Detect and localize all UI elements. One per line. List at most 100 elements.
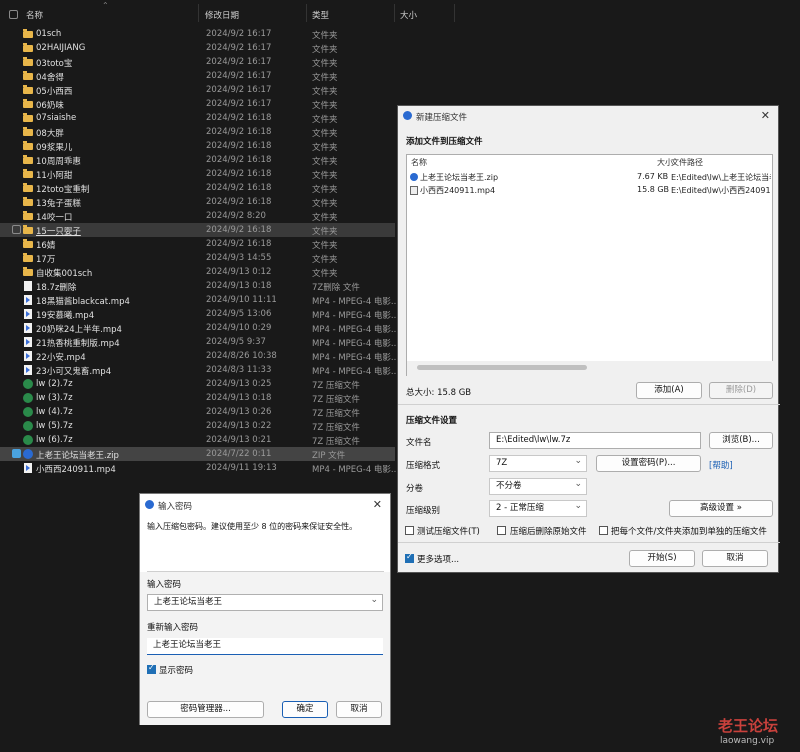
file-name: 23小可又鬼畜.mp4 — [36, 367, 112, 377]
horizontal-scrollbar[interactable] — [407, 361, 774, 376]
file-row[interactable]: 17万 2024/9/3 14:55 文件夹 — [0, 251, 395, 265]
show-password-checkbox[interactable] — [147, 663, 156, 674]
cancel-button[interactable]: 取消 — [702, 550, 768, 567]
folder-icon — [23, 183, 33, 192]
file-row[interactable]: 22小安.mp4 2024/8/26 10:38 MP4 - MPEG-4 电影..… — [0, 349, 399, 363]
file-type: 7Z 压缩文件 — [312, 409, 360, 419]
set-password-button[interactable]: 设置密码(P)... — [596, 455, 701, 472]
close-icon[interactable]: ✕ — [373, 498, 382, 511]
list-item[interactable]: 小西西240911.mp4 15.8 GB E:\Edited\lw\小西西24… — [407, 184, 774, 197]
file-name: lw (4).7z — [36, 407, 73, 417]
test-archive-label: 测试压缩文件(T) — [417, 527, 480, 537]
7z-icon — [23, 435, 33, 445]
select-all-checkbox[interactable] — [9, 10, 18, 19]
help-link[interactable]: [帮助] — [709, 459, 733, 471]
file-row[interactable]: 07siaishe 2024/9/2 16:18 文件夹 — [0, 111, 395, 125]
7z-icon — [23, 407, 33, 417]
row-checkbox[interactable] — [12, 225, 21, 234]
remove-button[interactable]: 删除(D) — [709, 382, 773, 399]
file-row[interactable]: 20奶咪24上半年.mp4 2024/9/10 0:29 MP4 - MPEG-4 … — [0, 321, 399, 335]
list-item[interactable]: 上老王论坛当老王.zip 7.67 KB E:\Edited\lw\上老王论坛当… — [407, 171, 774, 184]
file-name: 小西西240911.mp4 — [420, 186, 496, 195]
advanced-settings-button[interactable]: 高级设置 » — [669, 500, 773, 517]
row-checkbox[interactable] — [12, 449, 21, 458]
more-options-checkbox[interactable] — [405, 552, 414, 563]
cancel-button[interactable]: 取消 — [336, 701, 382, 718]
file-type: 文件夹 — [312, 269, 338, 279]
file-row[interactable]: lw (3).7z 2024/9/13 0:18 7Z 压缩文件 — [0, 391, 395, 405]
video-icon — [24, 351, 32, 361]
scrollbar-thumb[interactable] — [417, 365, 587, 370]
file-row[interactable]: 18.7z删除 2024/9/13 0:18 7Z删除 文件 — [0, 279, 395, 293]
file-row[interactable]: 16婧 2024/9/2 16:18 文件夹 — [0, 237, 395, 251]
folder-icon — [23, 197, 33, 206]
file-name: 上老王论坛当老王.zip — [36, 451, 119, 461]
file-name: 02HAIJIANG — [36, 43, 86, 53]
delete-after-checkbox[interactable] — [497, 526, 506, 535]
file-name: 03toto宝 — [36, 59, 73, 69]
folder-icon — [23, 113, 33, 122]
format-label: 压缩格式 — [406, 461, 441, 471]
file-date: 2024/9/2 16:17 — [206, 43, 272, 53]
level-label: 压缩级别 — [406, 506, 441, 516]
file-row[interactable]: 05小西西 2024/9/2 16:17 文件夹 — [0, 83, 395, 97]
file-date: 2024/9/3 14:55 — [206, 253, 272, 263]
password-input[interactable]: 上老王论坛当老王 — [147, 593, 383, 611]
file-row[interactable]: 23小可又鬼畜.mp4 2024/8/3 11:33 MP4 - MPEG-4 电影… — [0, 363, 399, 377]
close-icon[interactable]: ✕ — [761, 109, 770, 122]
test-archive-checkbox[interactable] — [405, 526, 414, 535]
file-date: 2024/9/2 16:18 — [206, 127, 272, 137]
file-row[interactable]: lw (4).7z 2024/9/13 0:26 7Z 压缩文件 — [0, 405, 395, 419]
column-header-type[interactable]: 类型 — [309, 4, 395, 22]
file-type: 文件夹 — [312, 101, 338, 111]
file-row[interactable]: 18黑猫酱blackcat.mp4 2024/9/10 11:11 MP4 - MP… — [0, 293, 399, 307]
dialog-titlebar: 新建压缩文件 ✕ — [398, 106, 778, 126]
file-row[interactable]: lw (6).7z 2024/9/13 0:21 7Z 压缩文件 — [0, 433, 395, 447]
divider — [398, 404, 780, 405]
add-button[interactable]: 添加(A) — [636, 382, 702, 399]
file-row[interactable]: 03toto宝 2024/9/2 16:17 文件夹 — [0, 55, 395, 69]
file-path: E:\Edited\lw\上老王论坛当老... — [671, 173, 771, 182]
column-header-date[interactable]: 修改日期 — [203, 4, 307, 22]
separate-archives-label: 把每个文件/文件夹添加到单独的压缩文件 — [611, 527, 767, 537]
password-manager-button[interactable]: 密码管理器... — [147, 701, 264, 718]
file-row[interactable]: 12toto宝重制 2024/9/2 16:18 文件夹 — [0, 181, 395, 195]
more-options-label[interactable]: 更多选项... — [417, 553, 459, 565]
file-name: 12toto宝重制 — [36, 185, 90, 195]
level-select[interactable]: 2 - 正常压缩 — [489, 499, 587, 517]
file-row[interactable]: lw (5).7z 2024/9/13 0:22 7Z 压缩文件 — [0, 419, 395, 433]
file-list[interactable]: 名称 大小 文件路径 上老王论坛当老王.zip 7.67 KB E:\Edite… — [406, 154, 774, 376]
separate-archives-checkbox[interactable] — [599, 526, 608, 535]
file-row[interactable]: 15一只婴子 2024/9/2 16:18 文件夹 — [0, 223, 395, 237]
file-row[interactable]: 02HAIJIANG 2024/9/2 16:17 文件夹 — [0, 41, 395, 55]
file-type: 文件夹 — [312, 87, 338, 97]
column-name-label: 名称 — [26, 11, 44, 21]
file-row[interactable]: 19安慕曦.mp4 2024/9/5 13:06 MP4 - MPEG-4 电影..… — [0, 307, 399, 321]
file-row[interactable]: 06奶味 2024/9/2 16:17 文件夹 — [0, 97, 395, 111]
file-row[interactable]: 小西西240911.mp4 2024/9/11 19:13 MP4 - MPEG-4… — [0, 461, 399, 475]
ok-button[interactable]: 确定 — [282, 701, 328, 718]
file-row[interactable]: 10周周乖惠 2024/9/2 16:18 文件夹 — [0, 153, 395, 167]
file-row[interactable]: 08大胖 2024/9/2 16:18 文件夹 — [0, 125, 395, 139]
file-row[interactable]: 04舍得 2024/9/2 16:17 文件夹 — [0, 69, 395, 83]
folder-icon — [23, 71, 33, 80]
file-row[interactable]: 13兔子蛋糕 2024/9/2 16:18 文件夹 — [0, 195, 395, 209]
file-row[interactable]: 上老王论坛当老王.zip 2024/7/22 0:11 ZIP 文件 — [0, 447, 395, 461]
file-row[interactable]: 01sch 2024/9/2 16:17 文件夹 — [0, 27, 395, 41]
add-files-heading: 添加文件到压缩文件 — [406, 137, 483, 147]
file-type: MP4 - MPEG-4 电影... — [312, 297, 400, 307]
file-row[interactable]: lw (2).7z 2024/9/13 0:25 7Z 压缩文件 — [0, 377, 395, 391]
format-select[interactable]: 7Z — [489, 454, 587, 472]
column-header-size[interactable]: 大小 — [397, 4, 455, 22]
file-row[interactable]: 11小阿甜 2024/9/2 16:18 文件夹 — [0, 167, 395, 181]
start-button[interactable]: 开始(S) — [629, 550, 695, 567]
filename-input[interactable]: E:\Edited\lw\lw.7z — [489, 432, 701, 449]
file-row[interactable]: 09浆果儿 2024/9/2 16:18 文件夹 — [0, 139, 395, 153]
file-row[interactable]: 自收集001sch 2024/9/13 0:12 文件夹 — [0, 265, 395, 279]
confirm-password-input[interactable]: 上老王论坛当老王 — [147, 638, 383, 655]
file-row[interactable]: 21热香桃重制版.mp4 2024/9/5 9:37 MP4 - MPEG-4 电影… — [0, 335, 399, 349]
browse-button[interactable]: 浏览(B)... — [709, 432, 773, 449]
file-row[interactable]: 14咬一口 2024/9/2 8:20 文件夹 — [0, 209, 395, 223]
split-select[interactable]: 不分卷 — [489, 477, 587, 495]
column-header-name[interactable]: 名称 ⌃ — [26, 1, 199, 22]
